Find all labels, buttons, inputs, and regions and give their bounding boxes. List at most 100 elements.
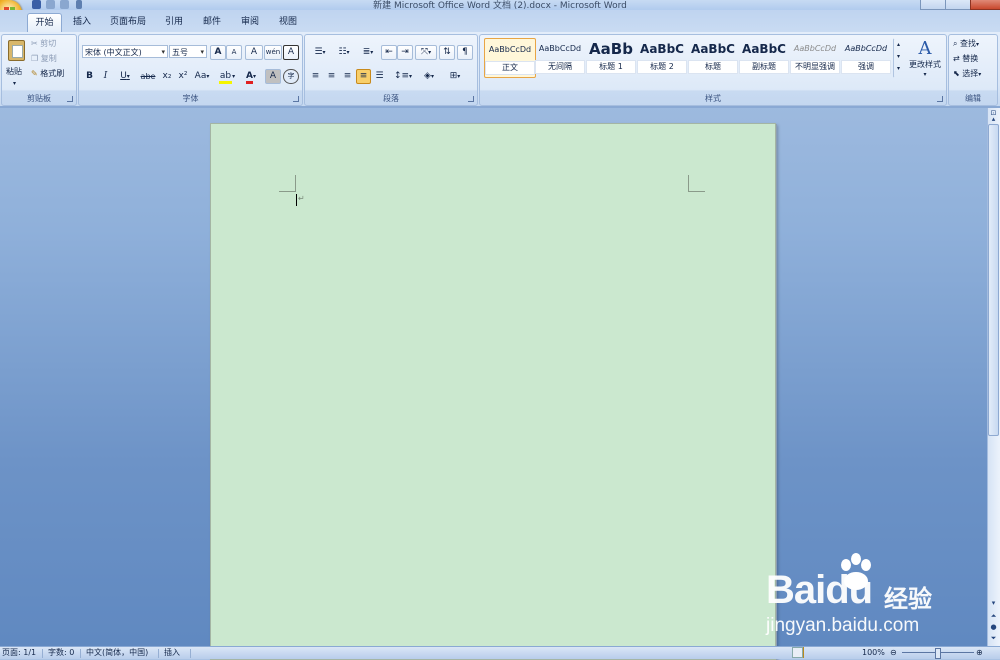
zoom-slider-thumb[interactable] <box>935 648 941 659</box>
zoom-level[interactable]: 100% <box>862 647 885 659</box>
tab-home[interactable]: 开始 <box>27 13 62 33</box>
binoculars-icon: ⌕ <box>953 39 958 48</box>
draft-view-icon[interactable] <box>792 647 803 658</box>
bold-button[interactable]: B <box>82 69 97 84</box>
align-right-button[interactable]: ≡ <box>340 69 355 84</box>
select-button[interactable]: ⬉ 选择▾ <box>952 67 996 82</box>
sort-icon: ⇅ <box>443 47 451 57</box>
clipboard-launcher-icon[interactable] <box>67 96 73 102</box>
redo-icon[interactable] <box>60 0 69 9</box>
subscript-button[interactable]: x₂ <box>159 69 175 84</box>
style-heading-1[interactable]: AaBb 标题 1 <box>586 38 636 76</box>
tab-mailings[interactable]: 邮件 <box>196 14 228 31</box>
word-count[interactable]: 字数: 0 <box>48 647 74 659</box>
style-no-spacing[interactable]: AaBbCcDd 无间隔 <box>535 38 585 76</box>
strikethrough-button[interactable]: abe <box>138 69 158 84</box>
show-marks-button[interactable]: ¶ <box>457 45 473 60</box>
language-indicator[interactable]: 中文(简体，中国) <box>86 647 148 659</box>
tab-review[interactable]: 审阅 <box>234 14 266 31</box>
minimize-button[interactable] <box>920 0 946 10</box>
change-case-button[interactable]: Aa▾ <box>191 69 213 84</box>
paragraph-group: ☰▾ ☷▾ ≣▾ ⇤ ⇥ ⤧▾ ⇅ ¶ ≡ ≡ ≡ ≡ ☰ ↕≡▾ ◈▾ ⊞▾ … <box>304 34 478 106</box>
cursor-icon: ⬉ <box>953 69 960 78</box>
styles-launcher-icon[interactable] <box>937 96 943 102</box>
chinese-layout-button[interactable]: ⤧▾ <box>415 45 437 60</box>
style-title[interactable]: AaBbC 标题 <box>688 38 738 76</box>
justify-button[interactable]: ≡ <box>356 69 371 84</box>
bullets-button[interactable]: ☰▾ <box>308 45 332 60</box>
zoom-out-icon[interactable]: ⊖ <box>890 647 897 659</box>
save-icon[interactable] <box>32 0 41 9</box>
paste-button[interactable]: 粘贴 ▾ <box>4 37 28 89</box>
tab-page-layout[interactable]: 页面布局 <box>104 14 152 31</box>
select-browse-object-icon[interactable]: ● <box>988 622 999 632</box>
line-spacing-button[interactable]: ↕≡▾ <box>391 69 415 84</box>
superscript-icon: x² <box>178 71 188 81</box>
underline-button[interactable]: U▾ <box>114 69 136 84</box>
decrease-indent-button[interactable]: ⇤ <box>381 45 397 60</box>
increase-indent-button[interactable]: ⇥ <box>397 45 413 60</box>
align-left-button[interactable]: ≡ <box>308 69 323 84</box>
styles-scroll[interactable]: ▴ ▾ ▾ <box>893 38 904 78</box>
find-button[interactable]: ⌕ 查找▾ <box>952 37 996 52</box>
insert-mode-indicator[interactable]: 插入 <box>164 647 180 659</box>
copy-button[interactable]: ❐ 复制 <box>30 52 76 66</box>
borders-button[interactable]: ⊞▾ <box>443 69 467 84</box>
grow-font-button[interactable]: A <box>210 45 226 60</box>
italic-button[interactable]: I <box>98 69 113 84</box>
font-size-combo[interactable]: 五号 ▾ <box>169 45 207 58</box>
close-button[interactable] <box>970 0 1000 10</box>
cut-button[interactable]: ✂ 剪切 <box>30 37 76 51</box>
character-border-button[interactable]: A <box>283 45 299 60</box>
sort-button[interactable]: ⇅ <box>439 45 455 60</box>
undo-icon[interactable] <box>46 0 55 9</box>
highlight-button[interactable]: ab▾ <box>215 69 239 84</box>
tab-insert[interactable]: 插入 <box>66 14 98 31</box>
page-count[interactable]: 页面: 1/1 <box>2 647 36 659</box>
maximize-button[interactable] <box>945 0 971 10</box>
phonetic-guide-button[interactable]: wén <box>264 45 282 60</box>
replace-button[interactable]: ⇄ 替换 <box>952 52 996 66</box>
font-color-button[interactable]: A▾ <box>240 69 262 84</box>
tab-references[interactable]: 引用 <box>158 14 190 31</box>
change-styles-button[interactable]: A 更改样式 ▾ <box>905 38 945 86</box>
align-left-icon: ≡ <box>311 71 320 81</box>
format-painter-button[interactable]: ✎ 格式刷 <box>30 67 76 81</box>
multilevel-list-button[interactable]: ≣▾ <box>356 45 380 60</box>
paste-label: 粘贴 <box>6 67 22 76</box>
previous-page-icon[interactable]: ⏶ <box>988 611 999 621</box>
zoom-in-icon[interactable]: ⊕ <box>976 647 983 659</box>
tab-view[interactable]: 视图 <box>272 14 304 31</box>
clear-format-button[interactable]: A <box>245 45 263 60</box>
style-name: 标题 2 <box>637 60 687 74</box>
paragraph-mark-icon: ¶ <box>462 47 468 57</box>
paragraph-launcher-icon[interactable] <box>468 96 474 102</box>
chevron-down-icon: ▾ <box>896 53 900 60</box>
style-subtle-emphasis[interactable]: AaBbCcDd 不明显强调 <box>790 38 840 76</box>
style-emphasis[interactable]: AaBbCcDd 强调 <box>841 38 891 76</box>
baidu-watermark: Baidu 经验 jingyan.baidu.com <box>766 553 966 636</box>
enclose-characters-button[interactable]: 字 <box>283 69 299 84</box>
style-subtitle[interactable]: AaBbC 副标题 <box>739 38 789 76</box>
font-launcher-icon[interactable] <box>293 96 299 102</box>
align-center-button[interactable]: ≡ <box>324 69 339 84</box>
superscript-button[interactable]: x² <box>175 69 191 84</box>
scroll-down-icon[interactable]: ▾ <box>988 598 999 608</box>
next-page-icon[interactable]: ⏷ <box>988 633 999 643</box>
shrink-font-button[interactable]: A <box>226 45 242 60</box>
style-heading-2[interactable]: AaBbC 标题 2 <box>637 38 687 76</box>
style-normal[interactable]: AaBbCcDd 正文 <box>484 38 536 78</box>
shading-button[interactable]: ◈▾ <box>417 69 441 84</box>
customize-qat-icon[interactable] <box>76 0 82 9</box>
distributed-button[interactable]: ☰ <box>372 69 387 84</box>
character-shading-button[interactable]: A <box>265 69 281 84</box>
highlighter-icon: ab <box>218 72 233 84</box>
document-page[interactable] <box>210 123 776 660</box>
font-name-combo[interactable]: 宋体 (中文正文) ▾ <box>82 45 168 58</box>
scroll-up-icon[interactable]: ▴ <box>988 114 999 124</box>
bold-icon: B <box>86 71 93 81</box>
numbering-button[interactable]: ☷▾ <box>332 45 356 60</box>
scrollbar-thumb[interactable] <box>988 124 999 436</box>
shrink-font-icon: A <box>231 48 237 56</box>
clipboard-group: 粘贴 ▾ ✂ 剪切 ❐ 复制 ✎ 格式刷 剪贴板 <box>1 34 77 106</box>
